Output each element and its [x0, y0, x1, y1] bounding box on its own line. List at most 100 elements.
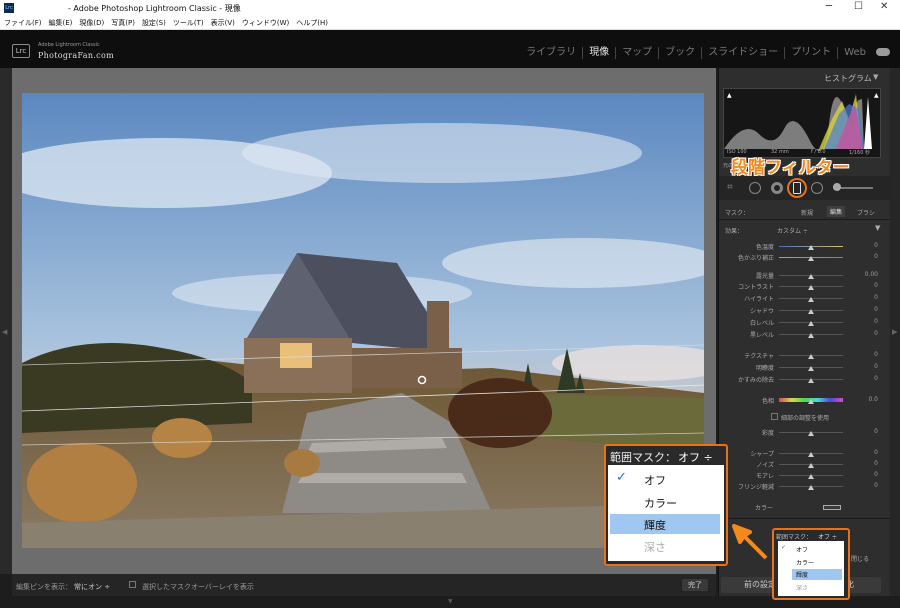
slider-label: フリンジ軽減	[737, 484, 774, 491]
title-bar: Lrc - Adobe Photoshop Lightroom Classic …	[0, 0, 900, 16]
redeye-icon[interactable]	[771, 182, 783, 194]
module-slideshow[interactable]: スライドショー	[701, 47, 784, 59]
right-expand-arrow-icon[interactable]: ▶	[892, 328, 897, 336]
cloud-sync-icon[interactable]	[876, 48, 890, 56]
histogram-title: ヒストグラム	[824, 74, 872, 83]
slider-knob[interactable]	[808, 431, 814, 436]
histogram: ▲ ▲	[723, 88, 881, 158]
mask-brush-button[interactable]: ブラシ	[857, 208, 875, 217]
slider-value[interactable]: 0	[874, 282, 878, 289]
range-option-off-small[interactable]: オフ	[796, 545, 808, 554]
histogram-collapse-icon[interactable]: ▼	[873, 73, 878, 81]
module-web[interactable]: Web	[837, 47, 872, 59]
menu-edit[interactable]: 編集(E)	[49, 18, 73, 28]
effect-select[interactable]: カスタム ÷	[777, 226, 808, 235]
menu-settings[interactable]: 設定(S)	[142, 18, 166, 28]
brush-icon[interactable]	[833, 183, 841, 191]
module-develop[interactable]: 現像	[582, 47, 615, 59]
slider-value[interactable]: 0.0	[868, 396, 878, 403]
left-panel-collapsed[interactable]	[0, 68, 12, 574]
graduated-filter-icon[interactable]	[793, 182, 801, 194]
menu-help[interactable]: ヘルプ(H)	[296, 18, 328, 28]
close-icon[interactable]: ✕	[880, 1, 888, 12]
slider-label: 色温度	[755, 244, 774, 251]
brand-name: PhotograFan.com	[38, 51, 114, 60]
minimize-icon[interactable]: ─	[826, 1, 832, 12]
menu-develop[interactable]: 現像(D)	[79, 18, 104, 28]
slider-value[interactable]: 0	[874, 242, 878, 249]
app-icon: Lrc	[4, 3, 14, 13]
slider-value[interactable]: 0	[874, 449, 878, 456]
done-button[interactable]: 完了	[682, 579, 708, 591]
slider-knob[interactable]	[808, 333, 814, 338]
range-option-color[interactable]: カラー	[644, 495, 677, 511]
slider-knob[interactable]	[808, 274, 814, 279]
slider-knob[interactable]	[808, 378, 814, 383]
slider-knob[interactable]	[808, 285, 814, 290]
range-option-off[interactable]: オフ	[644, 472, 666, 488]
left-expand-arrow-icon[interactable]: ◀	[2, 328, 7, 336]
range-option-luminance[interactable]: 輝度	[644, 517, 666, 533]
slider-value[interactable]: 0.00	[865, 271, 878, 278]
overlay-checkbox[interactable]	[129, 581, 136, 588]
photo[interactable]	[22, 93, 704, 548]
checkmark-icon: ✓	[781, 544, 787, 551]
slider-knob[interactable]	[808, 245, 814, 250]
menu-tools[interactable]: ツール(T)	[173, 18, 204, 28]
module-library[interactable]: ライブラリ	[520, 47, 582, 59]
slider-knob[interactable]	[808, 463, 814, 468]
slider-knob[interactable]	[808, 399, 814, 404]
crop-tool-icon[interactable]: ⌗	[727, 182, 733, 193]
mask-edit-button[interactable]: 編集	[827, 206, 846, 217]
slider-value[interactable]: 0	[874, 471, 878, 478]
lrc-logo: Lrc	[12, 44, 30, 58]
slider-label: 彩度	[761, 430, 774, 437]
slider-knob[interactable]	[808, 256, 814, 261]
maximize-icon[interactable]: ☐	[854, 1, 863, 12]
slider-value[interactable]: 0	[874, 363, 878, 370]
range-option-luminance-small[interactable]: 輝度	[796, 570, 808, 579]
slider-knob[interactable]	[808, 485, 814, 490]
range-mask-select-small[interactable]: オフ ÷	[818, 532, 837, 541]
slider-value[interactable]: 0	[874, 375, 878, 382]
slider-knob[interactable]	[808, 297, 814, 302]
slider-knob[interactable]	[808, 474, 814, 479]
bottom-expand-arrow-icon[interactable]: ▼	[448, 598, 453, 605]
mask-new-button[interactable]: 新規	[801, 208, 813, 217]
module-print[interactable]: プリント	[784, 47, 837, 59]
range-mask-label: 範囲マスク：	[610, 451, 676, 464]
color-label: カラー	[755, 505, 774, 512]
effect-collapse-icon[interactable]: ▼	[875, 224, 880, 232]
range-mask-select[interactable]: オフ ÷	[678, 449, 713, 465]
slider-value[interactable]: 0	[874, 482, 878, 489]
slider-value[interactable]: 0	[874, 318, 878, 325]
slider-value[interactable]: 0	[874, 294, 878, 301]
show-pins-select[interactable]: 常にオン ÷	[74, 582, 110, 592]
slider-value[interactable]: 0	[874, 253, 878, 260]
slider-value[interactable]: 0	[874, 351, 878, 358]
slider-value[interactable]: 0	[874, 306, 878, 313]
slider-knob[interactable]	[808, 354, 814, 359]
color-swatch[interactable]	[823, 505, 841, 510]
menu-view[interactable]: 表示(V)	[211, 18, 235, 28]
fine-adjust-checkbox[interactable]	[771, 413, 778, 420]
radial-filter-icon[interactable]	[811, 182, 823, 194]
menu-file[interactable]: ファイル(F)	[4, 18, 42, 28]
graduated-filter-annotation: 段階フィルター	[731, 158, 850, 178]
slider-value[interactable]: 0	[874, 460, 878, 467]
slider-value[interactable]: 0	[874, 428, 878, 435]
menu-photo[interactable]: 写真(P)	[111, 18, 135, 28]
effect-label: 効果：	[725, 228, 744, 235]
module-picker: ライブラリ 現像 マップ ブック スライドショー プリント Web	[520, 47, 872, 59]
spot-removal-icon[interactable]	[749, 182, 761, 194]
close-button[interactable]: 閉じる	[851, 554, 869, 563]
range-option-color-small[interactable]: カラー	[796, 558, 814, 567]
slider-knob[interactable]	[808, 309, 814, 314]
slider-knob[interactable]	[808, 366, 814, 371]
slider-knob[interactable]	[808, 452, 814, 457]
slider-value[interactable]: 0	[874, 330, 878, 337]
module-map[interactable]: マップ	[615, 47, 658, 59]
module-book[interactable]: ブック	[658, 47, 701, 59]
menu-window[interactable]: ウィンドウ(W)	[242, 18, 289, 28]
slider-knob[interactable]	[808, 321, 814, 326]
